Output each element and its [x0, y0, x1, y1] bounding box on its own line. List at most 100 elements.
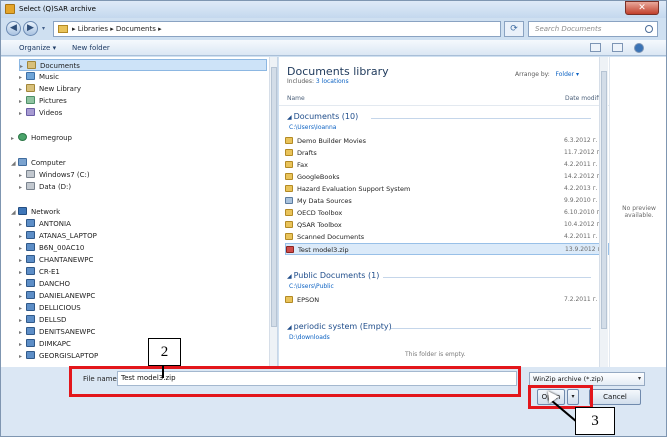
- new-folder-button[interactable]: New folder: [72, 44, 110, 52]
- pictures-icon: [26, 96, 35, 104]
- group-path[interactable]: C:\Users\Ioanna: [289, 124, 336, 131]
- folder-icon: [285, 173, 293, 180]
- file-list-scrollbar[interactable]: [599, 57, 608, 367]
- computer-icon: [18, 158, 27, 166]
- computer-icon: [26, 351, 35, 359]
- search-icon: [645, 25, 653, 33]
- computer-icon: [26, 243, 35, 251]
- computer-icon: [26, 219, 35, 227]
- list-item-selected[interactable]: Test model3.zip 13.9.2012 г.: [285, 243, 609, 255]
- nav-item-pictures[interactable]: ▸ Pictures: [19, 95, 67, 107]
- computer-icon: [26, 315, 35, 323]
- column-header-name[interactable]: Name: [287, 95, 305, 102]
- nav-item-host[interactable]: ▸ DANCHO: [19, 278, 70, 290]
- navigation-pane: ▸ Documents ▸ Music ▸ New Library ▸ Pictures…: [1, 57, 278, 367]
- list-item[interactable]: Hazard Evaluation Support System 4.2.2013…: [285, 183, 609, 195]
- forward-button[interactable]: ▶: [23, 21, 38, 36]
- highlight-open-box: [528, 385, 593, 409]
- folder-icon: [285, 221, 293, 228]
- window-title: Select (Q)SAR archive: [19, 5, 96, 13]
- folder-icon: [285, 149, 293, 156]
- chevron-down-icon: ▾: [637, 375, 641, 382]
- nav-item-drive-c[interactable]: ▸ Windows7 (C:): [19, 169, 90, 181]
- nav-item-host[interactable]: ▸ DANIELANEWPC: [19, 290, 95, 302]
- nav-item-host[interactable]: ▸ ANTONIA: [19, 218, 71, 230]
- nav-item-host[interactable]: ▸ DELLSD: [19, 314, 66, 326]
- close-button[interactable]: ✕: [625, 1, 659, 15]
- breadcrumb-path: ▸ Libraries ▸ Documents ▸: [72, 25, 162, 33]
- column-header-date[interactable]: Date modifi: [565, 95, 600, 102]
- nav-item-host[interactable]: ▸ GEORGISLAPTOP: [19, 350, 98, 362]
- breadcrumb[interactable]: ▸ Libraries ▸ Documents ▸: [53, 21, 501, 37]
- nav-item-music[interactable]: ▸ Music: [19, 71, 59, 83]
- view-options-icon[interactable]: [590, 43, 601, 52]
- nav-item-computer[interactable]: ◢ Computer: [11, 157, 66, 169]
- nav-item-new-library[interactable]: ▸ New Library: [19, 83, 81, 95]
- header-divider: [279, 105, 609, 106]
- list-item[interactable]: Fax 4.2.2011 г. 1: [285, 159, 609, 171]
- nav-item-host[interactable]: ▸ DENITSANEWPC: [19, 326, 95, 338]
- nav-item-host[interactable]: ▸ CR-E1: [19, 266, 60, 278]
- refresh-button[interactable]: ⟳: [504, 21, 524, 37]
- highlight-filename-box: [69, 366, 521, 397]
- group-header-public[interactable]: ◢ Public Documents (1): [287, 271, 379, 280]
- library-icon: [26, 84, 35, 92]
- list-item[interactable]: QSAR Toolbox 10.4.2012 г.: [285, 219, 609, 231]
- videos-icon: [26, 108, 35, 116]
- locations-link[interactable]: 3 locations: [316, 78, 349, 85]
- callout-3: 3: [575, 407, 615, 435]
- scroll-thumb[interactable]: [271, 67, 277, 327]
- cancel-button[interactable]: Cancel: [589, 389, 641, 405]
- computer-icon: [26, 339, 35, 347]
- zip-file-icon: [286, 246, 294, 253]
- nav-item-host[interactable]: ▸ B6N_00AC10: [19, 242, 84, 254]
- list-item[interactable]: Drafts 11.7.2012 г.: [285, 147, 609, 159]
- list-item[interactable]: EPSON 7.2.2011 г. 1: [285, 294, 609, 306]
- back-button[interactable]: ◀: [6, 21, 21, 36]
- scroll-thumb[interactable]: [601, 71, 607, 329]
- group-header-documents[interactable]: ◢ Documents (10): [287, 112, 358, 121]
- list-item[interactable]: Scanned Documents 4.2.2011 г. 1: [285, 231, 609, 243]
- title-bar: Select (Q)SAR archive ✕: [1, 1, 666, 18]
- nav-item-host[interactable]: ▸ DELLICIOUS: [19, 302, 81, 314]
- search-input[interactable]: Search Documents: [528, 21, 658, 37]
- nav-item-documents[interactable]: ▸ Documents: [19, 59, 267, 71]
- arrange-by-dropdown[interactable]: Folder ▾: [556, 71, 579, 78]
- nav-scrollbar[interactable]: [269, 57, 277, 367]
- nav-item-homegroup[interactable]: ▸ Homegroup: [11, 132, 72, 144]
- no-preview-text: No preview available.: [622, 205, 656, 219]
- list-item[interactable]: GoogleBooks 14.2.2012 г.: [285, 171, 609, 183]
- list-item[interactable]: My Data Sources 9.9.2010 г. 1: [285, 195, 609, 207]
- folder-icon: [285, 233, 293, 240]
- nav-item-host[interactable]: ▸ DIMKAPC: [19, 338, 71, 350]
- command-bar: Organize ▾ New folder: [1, 40, 666, 56]
- computer-icon: [26, 327, 35, 335]
- folder-icon: [285, 209, 293, 216]
- nav-item-videos[interactable]: ▸ Videos: [19, 107, 62, 119]
- history-dropdown-icon[interactable]: ▾: [42, 25, 45, 32]
- preview-pane-icon[interactable]: [612, 43, 623, 52]
- library-title: Documents library: [287, 65, 389, 78]
- group-path[interactable]: D:\downloads: [289, 334, 330, 341]
- library-includes: Includes: 3 locations: [287, 78, 349, 85]
- nav-item-host[interactable]: ▸ ATANAS_LAPTOP: [19, 230, 97, 242]
- group-header-periodic[interactable]: ◢ periodic system (Empty): [287, 322, 392, 331]
- help-icon[interactable]: [634, 43, 644, 53]
- list-item[interactable]: Demo Builder Movies 6.3.2012 г. 1: [285, 135, 609, 147]
- computer-icon: [26, 255, 35, 263]
- computer-icon: [26, 291, 35, 299]
- computer-icon: [26, 279, 35, 287]
- nav-item-host[interactable]: ▸ CHANTANEWPC: [19, 254, 93, 266]
- address-row: ◀ ▶ ▾ ▸ Libraries ▸ Documents ▸ ⟳ Search…: [1, 18, 666, 39]
- network-icon: [18, 207, 27, 215]
- filetype-select[interactable]: WinZip archive (*.zip) ▾: [529, 372, 645, 386]
- drive-icon: [26, 170, 35, 178]
- nav-item-network[interactable]: ◢ Network: [11, 206, 60, 218]
- list-item[interactable]: OECD Toolbox 6.10.2010 г.: [285, 207, 609, 219]
- organize-button[interactable]: Organize ▾: [19, 44, 56, 52]
- nav-item-drive-d[interactable]: ▸ Data (D:): [19, 181, 71, 193]
- computer-icon: [26, 267, 35, 275]
- group-path[interactable]: C:\Users\Public: [289, 283, 334, 290]
- computer-icon: [26, 231, 35, 239]
- library-icon: [27, 61, 36, 69]
